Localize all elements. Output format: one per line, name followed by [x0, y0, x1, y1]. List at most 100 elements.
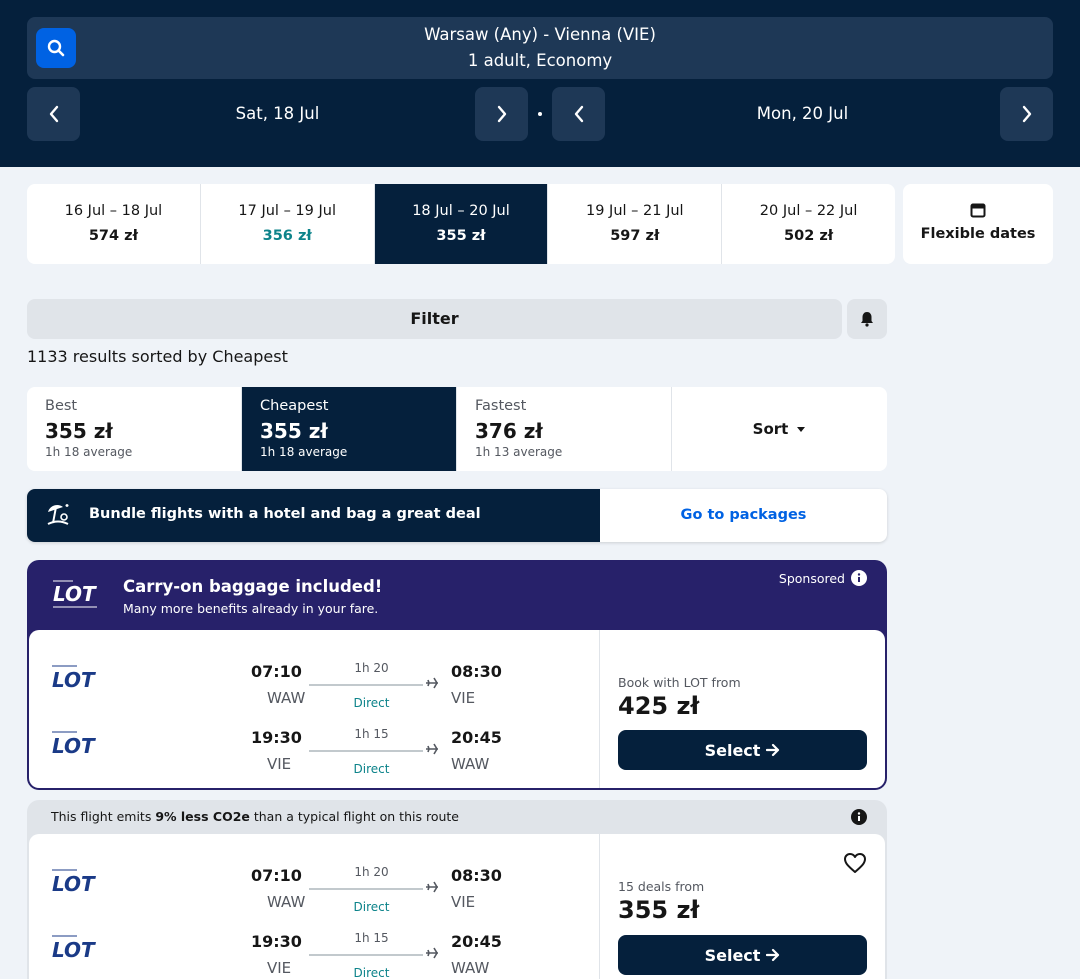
bundle-message: Bundle flights with a hotel and bag a gr… — [89, 506, 481, 522]
info-icon[interactable] — [851, 809, 867, 825]
arrival-time: 20:45 — [451, 932, 502, 951]
svg-text:LOT: LOT — [52, 872, 96, 896]
return-prev-day-button[interactable] — [552, 87, 605, 141]
beach-umbrella-icon — [47, 504, 69, 525]
sort-tab-title: Cheapest — [260, 398, 329, 414]
date-separator-dot — [538, 112, 542, 116]
sponsored-subtitle: Many more benefits already in your fare. — [123, 601, 379, 616]
price-panel: 15 deals from 355 zł Select — [599, 834, 885, 979]
filter-button[interactable]: Filter — [27, 299, 842, 339]
price-panel: Book with LOT from 425 zł Select — [599, 630, 885, 788]
inbound-leg: LOT 19:30 VIE 1h 15 Direct 20:45 WAW — [29, 716, 599, 776]
flexible-dates-label: Flexible dates — [920, 226, 1036, 242]
price-alert-button[interactable] — [847, 299, 887, 339]
date-option-price: 355 zł — [436, 228, 486, 244]
flight-line — [309, 750, 423, 752]
co2-notice: This flight emits 9% less CO2e than a ty… — [51, 809, 459, 824]
arrival-airport: WAW — [451, 959, 490, 977]
passengers-text: 1 adult, Economy — [467, 51, 613, 70]
chevron-right-icon — [497, 105, 506, 123]
depart-next-day-button[interactable] — [475, 87, 528, 141]
sponsored-tag[interactable]: Sponsored — [779, 570, 867, 586]
flexible-dates-button[interactable]: Flexible dates — [903, 184, 1053, 264]
return-date[interactable]: Mon, 20 Jul — [605, 87, 1000, 141]
plane-icon — [426, 677, 438, 689]
results-count: 1133 results sorted by Cheapest — [27, 347, 288, 366]
flight-stops: Direct — [353, 696, 390, 710]
co2-notice-prefix: This flight emits — [51, 809, 156, 824]
sort-tabs: Best 355 zł 1h 18 average Cheapest 355 z… — [27, 387, 887, 471]
sort-tab-title: Fastest — [475, 398, 527, 414]
chevron-down-icon — [797, 426, 806, 432]
sort-tab-price: 376 zł — [475, 419, 543, 443]
flight-stops: Direct — [353, 900, 390, 914]
flight-duration: 1h 15 — [354, 931, 389, 945]
price-amount: 425 zł — [618, 692, 700, 720]
sort-label: Sort — [752, 420, 789, 438]
date-option-selected[interactable]: 18 Jul – 20 Jul 355 zł — [374, 184, 549, 264]
chevron-left-icon — [574, 105, 583, 123]
arrival-time: 08:30 — [451, 662, 502, 681]
outbound-leg: LOT 07:10 WAW 1h 20 Direct 08:30 VIE — [29, 854, 599, 914]
route-text: Warsaw (Any) - Vienna (VIE) — [424, 25, 656, 44]
flight-line — [309, 684, 423, 686]
flight-stops: Direct — [353, 966, 390, 979]
date-option-price: 502 zł — [784, 228, 834, 244]
date-option-range: 17 Jul – 19 Jul — [238, 203, 336, 219]
lot-airline-logo-icon: LOT — [52, 665, 96, 692]
date-option[interactable]: 19 Jul – 21 Jul 597 zł — [548, 184, 723, 264]
price-amount: 355 zł — [618, 896, 700, 924]
lot-airline-logo-icon: LOT — [52, 731, 96, 758]
select-label: Select — [704, 945, 761, 965]
heart-icon[interactable] — [843, 852, 867, 874]
date-option-range: 16 Jul – 18 Jul — [64, 203, 163, 219]
sort-tab-fastest[interactable]: Fastest 376 zł 1h 13 average — [457, 387, 672, 471]
sort-tab-price: 355 zł — [45, 419, 113, 443]
departure-time: 19:30 — [251, 728, 302, 747]
bell-icon — [861, 312, 873, 327]
return-next-day-button[interactable] — [1000, 87, 1053, 141]
sort-tab-best[interactable]: Best 355 zł 1h 18 average — [27, 387, 242, 471]
go-to-packages-button[interactable]: Go to packages — [600, 489, 887, 542]
arrival-time: 20:45 — [451, 728, 502, 747]
select-button[interactable]: Select — [618, 935, 867, 975]
arrival-airport: VIE — [451, 893, 476, 911]
arrival-airport: VIE — [451, 689, 476, 707]
date-option-range: 20 Jul – 22 Jul — [759, 203, 858, 219]
sort-tab-price: 355 zł — [260, 419, 328, 443]
sort-tab-average: 1h 18 average — [260, 445, 348, 459]
depart-prev-day-button[interactable] — [27, 87, 80, 141]
departure-time: 19:30 — [251, 932, 302, 951]
date-option-range: 19 Jul – 21 Jul — [586, 203, 684, 219]
select-label: Select — [704, 740, 761, 760]
date-option[interactable]: 20 Jul – 22 Jul 502 zł — [722, 184, 895, 264]
book-from-label: Book with LOT from — [618, 675, 741, 690]
date-option-price: 356 zł — [262, 228, 312, 244]
flight-stops: Direct — [353, 762, 390, 776]
flight-card[interactable]: LOT 07:10 WAW 1h 20 Direct 08:30 VIE LOT… — [29, 834, 885, 979]
calendar-icon — [970, 203, 986, 218]
sort-tab-cheapest[interactable]: Cheapest 355 zł 1h 18 average — [242, 387, 457, 471]
departure-airport: WAW — [267, 893, 306, 911]
flight-card[interactable]: LOT 07:10 WAW 1h 20 Direct 08:30 VIE LOT… — [29, 630, 885, 788]
arrival-airport: WAW — [451, 755, 490, 773]
flight-duration: 1h 15 — [354, 727, 389, 741]
departure-airport: VIE — [267, 755, 292, 773]
search-summary-bar[interactable]: Warsaw (Any) - Vienna (VIE) 1 adult, Eco… — [27, 17, 1053, 79]
lot-airline-logo-icon: LOT — [52, 935, 96, 962]
date-options-strip: 16 Jul – 18 Jul 574 zł 17 Jul – 19 Jul 3… — [27, 184, 895, 264]
select-button[interactable]: Select — [618, 730, 867, 770]
outbound-leg: LOT 07:10 WAW 1h 20 Direct 08:30 VIE — [29, 650, 599, 710]
sort-dropdown[interactable]: Sort — [672, 387, 887, 471]
departure-time: 07:10 — [251, 866, 302, 885]
chevron-left-icon — [49, 105, 58, 123]
svg-text:LOT: LOT — [53, 582, 97, 606]
depart-date[interactable]: Sat, 18 Jul — [80, 87, 475, 141]
date-option[interactable]: 16 Jul – 18 Jul 574 zł — [27, 184, 201, 264]
date-option[interactable]: 17 Jul – 19 Jul 356 zł — [201, 184, 375, 264]
plane-icon — [426, 743, 438, 755]
plane-icon — [426, 947, 438, 959]
lot-airline-logo-icon: LOT — [52, 869, 96, 896]
flight-duration: 1h 20 — [354, 865, 389, 879]
co2-notice-highlight: 9% less CO2e — [155, 809, 250, 824]
